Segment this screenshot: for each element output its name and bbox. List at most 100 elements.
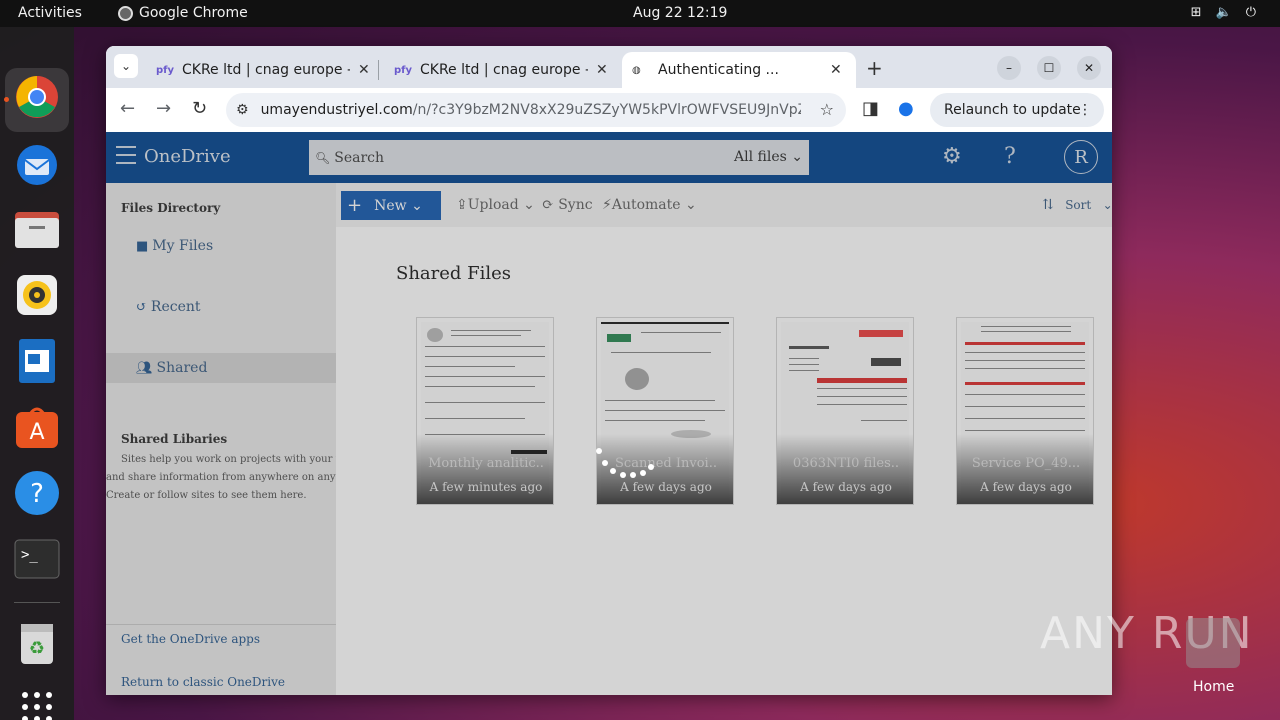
- app-center-icon[interactable]: A: [13, 403, 61, 451]
- close-icon[interactable]: ✕: [830, 62, 842, 78]
- file-card[interactable]: Service PO_49... A few days ago: [956, 317, 1094, 505]
- command-bar: + New ⌄ ⇪Upload ⌄ ⟳ Sync ⚡︎Automate ⌄ ⇅ …: [336, 183, 1112, 227]
- nav-divider: [106, 624, 336, 625]
- sort-button[interactable]: ⇅ Sort ⌄: [1042, 197, 1112, 213]
- relaunch-button[interactable]: Relaunch to update ⋮: [930, 93, 1104, 127]
- avatar[interactable]: R: [1064, 140, 1098, 174]
- tab-strip: ⌄ pfy CKRe ltd | cnag europe - I ✕ pfy C…: [106, 46, 1112, 88]
- new-label: New ⌄: [374, 197, 423, 214]
- volume-icon: 🔈: [1215, 5, 1232, 20]
- settings-gear-icon[interactable]: ⚙: [942, 144, 962, 169]
- side-panel-icon[interactable]: ◨: [862, 98, 879, 119]
- files-icon[interactable]: [13, 205, 61, 253]
- search-placeholder: Search: [334, 149, 385, 166]
- maximize-icon: ☐: [1043, 61, 1055, 75]
- back-button[interactable]: ←: [120, 98, 135, 119]
- sync-label: Sync: [558, 197, 593, 213]
- clock[interactable]: Aug 22 12:19: [633, 5, 727, 21]
- libraries-line: Create or follow sites to see them here.: [106, 490, 307, 501]
- automate-label: Automate: [611, 197, 681, 213]
- tab-3-active[interactable]: ◍ Authenticating ... ✕: [622, 52, 856, 88]
- browser-toolbar: ← → ↻ ⚙ umayendustriyel.com/n/?c3Y9bzM2N…: [106, 88, 1112, 132]
- reload-icon: ↻: [192, 98, 208, 119]
- sync-icon: ⟳: [542, 197, 559, 213]
- writer-icon[interactable]: [13, 337, 61, 385]
- people-icon: 👥︎: [136, 360, 153, 376]
- maximize-button[interactable]: ☐: [1037, 56, 1061, 80]
- site-info-icon[interactable]: ⚙: [236, 102, 249, 118]
- search-scope-dropdown[interactable]: All files ⌄: [734, 149, 803, 165]
- network-icon: ⊞: [1190, 5, 1202, 20]
- file-card[interactable]: 0363NTI0 files.. A few days ago: [776, 317, 914, 505]
- active-app-menu[interactable]: Google Chrome: [118, 5, 248, 21]
- dock-separator: [14, 602, 60, 603]
- plus-icon: +: [866, 56, 883, 80]
- close-icon: ✕: [1083, 61, 1095, 75]
- system-tray[interactable]: ⊞ 🔈 ⏻: [1191, 5, 1256, 20]
- terminal-icon[interactable]: >_: [13, 535, 61, 583]
- nav-item-recent[interactable]: ↺ Recent: [106, 292, 336, 322]
- tab-2[interactable]: pfy CKRe ltd | cnag europe - I ✕: [384, 52, 618, 88]
- svg-text:A: A: [29, 420, 44, 445]
- address-bar[interactable]: ⚙ umayendustriyel.com/n/?c3Y9bzM2NV8xX29…: [226, 93, 846, 127]
- chevron-down-icon: ⌄: [1102, 198, 1112, 212]
- return-classic-link[interactable]: Return to classic OneDrive: [121, 675, 285, 689]
- tab-1[interactable]: pfy CKRe ltd | cnag europe - I ✕: [146, 52, 380, 88]
- close-icon[interactable]: ✕: [596, 62, 608, 78]
- svg-text:>_: >_: [21, 547, 38, 563]
- nav-item-shared[interactable]: 👥︎ Shared: [106, 353, 336, 383]
- nav-label: My Files: [152, 238, 214, 254]
- sort-icon: ⇅: [1042, 197, 1054, 213]
- help-question-icon[interactable]: ?: [1004, 144, 1016, 169]
- home-folder-icon[interactable]: [1186, 618, 1240, 668]
- app-grid-icon[interactable]: [13, 683, 61, 720]
- dock: A ? >_ ♻: [0, 27, 74, 720]
- shared-libraries-heading: Shared Libaries: [121, 432, 228, 446]
- help-icon[interactable]: ?: [13, 469, 61, 517]
- more-menu-icon[interactable]: ⋮: [1078, 102, 1092, 118]
- file-card[interactable]: Monthly analitic.. A few minutes ago: [416, 317, 554, 505]
- svg-text:?: ?: [30, 479, 44, 509]
- power-icon: ⏻: [1245, 5, 1256, 20]
- new-tab-button[interactable]: +: [866, 56, 883, 80]
- minimize-icon: –: [1006, 61, 1012, 75]
- reload-button[interactable]: ↻: [192, 98, 207, 119]
- libraries-line: and share information from anywhere on a…: [106, 472, 375, 483]
- nav-item-my-files[interactable]: ■ My Files: [106, 231, 336, 261]
- close-icon[interactable]: ✕: [358, 62, 370, 78]
- file-time: A few minutes ago: [429, 480, 543, 494]
- forward-button[interactable]: →: [156, 98, 171, 119]
- automate-button[interactable]: ⚡︎Automate ⌄: [602, 197, 697, 213]
- chrome-icon[interactable]: [13, 73, 61, 121]
- bookmark-star-icon[interactable]: ☆: [820, 100, 834, 119]
- profile-icon[interactable]: ●: [898, 98, 914, 119]
- tab-separator: [378, 60, 379, 80]
- sync-button[interactable]: ⟳ Sync: [542, 197, 593, 213]
- get-apps-link[interactable]: Get the OneDrive apps: [121, 632, 260, 646]
- file-time: A few days ago: [980, 480, 1072, 494]
- url-text: umayendustriyel.com/n/?c3Y9bzM2NV8xX29uZ…: [261, 102, 801, 118]
- chevron-down-icon: ⌄: [120, 59, 132, 73]
- close-window-button[interactable]: ✕: [1077, 56, 1101, 80]
- search-box[interactable]: 🔍︎ Search All files ⌄: [309, 140, 809, 175]
- minimize-button[interactable]: –: [997, 56, 1021, 80]
- thunderbird-icon[interactable]: [13, 139, 61, 187]
- tab-search-button[interactable]: ⌄: [114, 54, 138, 78]
- upload-button[interactable]: ⇪Upload ⌄: [456, 197, 535, 213]
- trash-icon[interactable]: ♻: [13, 619, 61, 667]
- url-host: umayendustriyel.com: [260, 102, 413, 118]
- hamburger-menu-icon[interactable]: [116, 146, 136, 170]
- file-name: Service PO_49...: [971, 456, 1081, 471]
- tab-title: Authenticating ...: [658, 62, 779, 78]
- loading-spinner-icon: [594, 448, 664, 488]
- tab-title: CKRe ltd | cnag europe - I: [182, 62, 350, 78]
- onedrive-brand[interactable]: OneDrive: [144, 146, 231, 167]
- rhythmbox-icon[interactable]: [13, 271, 61, 319]
- arrow-right-icon: →: [156, 98, 172, 119]
- nav-label: Recent: [150, 299, 201, 315]
- home-folder-label[interactable]: Home: [1193, 679, 1234, 695]
- system-top-bar: Activities Google Chrome Aug 22 12:19 ⊞ …: [0, 0, 1280, 27]
- new-button[interactable]: + New ⌄: [341, 191, 441, 220]
- left-navigation: Files Directory ■ My Files ↺ Recent 👥︎ S…: [106, 183, 375, 695]
- activities-button[interactable]: Activities: [18, 5, 82, 21]
